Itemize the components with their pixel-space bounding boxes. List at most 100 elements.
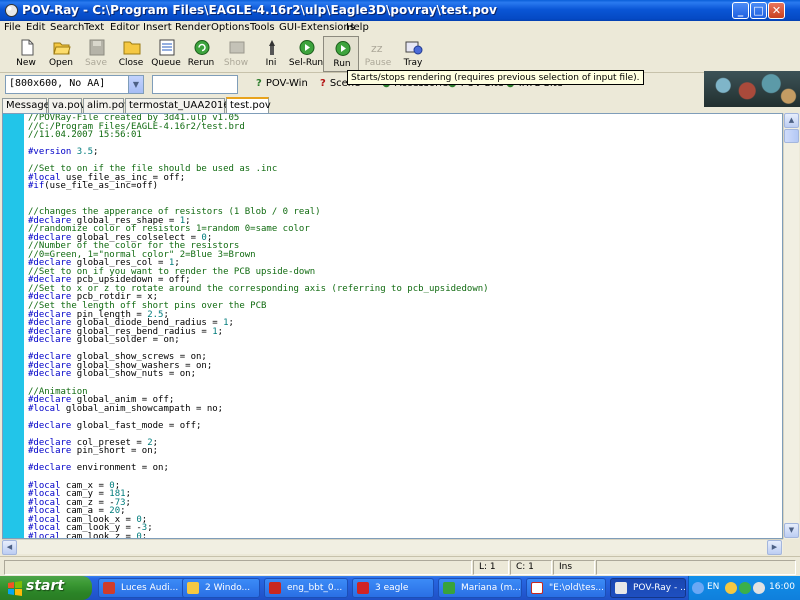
menu-search[interactable]: Search — [50, 21, 84, 35]
folder-open-icon — [53, 42, 71, 55]
browser-icon — [103, 582, 115, 594]
network-icon[interactable] — [739, 582, 751, 594]
close-window-button[interactable]: ✕ — [768, 2, 785, 19]
scroll-down-icon[interactable]: ▼ — [784, 523, 799, 538]
tab-va-pov[interactable]: va.pov — [48, 98, 86, 113]
code-line: #version 3.5; — [28, 147, 99, 158]
show-icon — [229, 41, 245, 54]
pause-icon: zz — [371, 42, 383, 55]
code-line: #local cam_z = -73; — [28, 497, 131, 508]
run-tooltip: Starts/stops rendering (requires previou… — [347, 70, 644, 85]
eagle-icon — [357, 582, 369, 594]
start-button[interactable]: start — [0, 576, 92, 600]
code-line: #if(use_file_as_inc=off) — [28, 181, 159, 192]
tab-messages[interactable]: Messages — [2, 98, 55, 113]
task-mariana[interactable]: Mariana (m... — [438, 578, 522, 598]
queue-icon — [159, 39, 175, 56]
tray-button[interactable]: Tray — [395, 36, 431, 72]
chevron-left-icon[interactable] — [692, 582, 704, 594]
horizontal-scrollbar[interactable]: ◀ ▶ — [2, 539, 783, 555]
tray-icon — [405, 41, 423, 55]
folder-close-icon — [123, 41, 141, 55]
window-title: POV-Ray - C:\Program Files\EAGLE-4.16r2\… — [22, 3, 497, 17]
task-windows-group[interactable]: 2 Windo... — [182, 578, 260, 598]
speaker-icon[interactable] — [725, 582, 737, 594]
messenger-tray-icon[interactable] — [753, 582, 765, 594]
editor-gutter — [3, 114, 24, 538]
help-icon: ? — [256, 78, 262, 89]
tab-test-pov[interactable]: test.pov — [226, 97, 271, 114]
run-button[interactable]: Run — [323, 36, 359, 72]
file-tabs: Messages va.pov alim.pov termostat_UAA20… — [0, 97, 800, 114]
rerun-icon — [194, 40, 210, 55]
resolution-dropdown[interactable]: [800x600, No AA] ▼ — [5, 75, 144, 94]
sel-run-icon — [299, 40, 315, 55]
povray-window: POV-Ray - C:\Program Files\EAGLE-4.16r2\… — [0, 0, 800, 576]
clock[interactable]: 16:00 — [769, 582, 795, 592]
new-file-icon — [21, 39, 34, 56]
menu-options[interactable]: Options — [211, 21, 250, 35]
menu-gui-extensions[interactable]: GUI-Extensions — [279, 21, 355, 35]
windows-taskbar: start Luces Audi... 2 Windo... eng_bbt_0… — [0, 576, 800, 600]
task-povray[interactable]: POV-Ray - ... — [610, 578, 686, 598]
document-icon — [531, 582, 543, 594]
task-luces-audi[interactable]: Luces Audi... — [98, 578, 190, 598]
help-icon: ? — [320, 78, 326, 89]
pov-win-button[interactable]: ? POV-Win — [256, 78, 308, 89]
code-line: #local global_anim_showcampath = no; — [28, 403, 224, 414]
language-indicator[interactable]: EN — [707, 582, 719, 592]
status-message — [4, 560, 472, 575]
code-text[interactable]: //POVRay-File created by 3d41.ulp v1.05/… — [28, 114, 778, 538]
code-line: #declare pin_short = on; — [28, 446, 159, 457]
vertical-scrollbar[interactable]: ▲ ▼ — [783, 113, 799, 539]
menu-file[interactable]: File — [4, 21, 21, 35]
status-column: C: 1 — [510, 560, 552, 575]
task-old-test[interactable]: "E:\old\tes... — [526, 578, 606, 598]
system-tray: EN 16:00 — [688, 576, 800, 600]
status-line: L: 1 — [473, 560, 509, 575]
tab-alim-pov[interactable]: alim.pov — [83, 98, 130, 113]
folder-icon — [187, 582, 199, 594]
save-disk-icon — [89, 39, 105, 56]
vertical-scroll-thumb[interactable] — [784, 129, 799, 143]
code-line: #local cam_x = 0; — [28, 480, 121, 491]
maximize-button[interactable]: □ — [750, 2, 767, 19]
tab-termostat-pov[interactable]: termostat_UAA2016.pov — [125, 98, 251, 113]
menu-bar: File Edit Search Text Editor Insert Rend… — [0, 21, 800, 35]
scroll-up-icon[interactable]: ▲ — [784, 113, 799, 128]
menu-render[interactable]: Render — [175, 21, 211, 35]
code-line: #declare global_fast_mode = off; — [28, 420, 202, 431]
menu-tools[interactable]: Tools — [250, 21, 275, 35]
minimize-button[interactable]: _ — [732, 2, 749, 19]
chevron-down-icon[interactable]: ▼ — [128, 76, 143, 93]
code-line: //11.04.2007 15:56:01 — [28, 130, 142, 141]
command-line-input[interactable] — [152, 75, 238, 94]
status-insert-mode: Ins — [553, 560, 595, 575]
svg-text:zz: zz — [371, 42, 383, 55]
povray-app-icon — [5, 4, 18, 17]
menu-editor[interactable]: Editor — [110, 21, 140, 35]
run-icon — [335, 41, 351, 56]
task-eagle[interactable]: 3 eagle — [352, 578, 434, 598]
code-line: #declare environment = on; — [28, 463, 169, 474]
title-bar[interactable]: POV-Ray - C:\Program Files\EAGLE-4.16r2\… — [0, 0, 800, 21]
ini-icon — [269, 40, 275, 55]
menu-edit[interactable]: Edit — [26, 21, 45, 35]
status-bar: L: 1 C: 1 Ins — [0, 556, 800, 576]
menu-insert[interactable]: Insert — [143, 21, 172, 35]
pdf-icon — [269, 582, 281, 594]
code-editor[interactable]: //POVRay-File created by 3d41.ulp v1.05/… — [2, 113, 783, 539]
task-eng-bbt[interactable]: eng_bbt_0... — [264, 578, 348, 598]
scroll-left-icon[interactable]: ◀ — [2, 540, 17, 555]
scroll-right-icon[interactable]: ▶ — [767, 540, 782, 555]
sel-run-button[interactable]: Sel-Run — [288, 36, 324, 72]
status-extra — [596, 560, 796, 575]
code-line: #local cam_y = 181; — [28, 489, 131, 500]
code-line: #declare global_show_nuts = on; — [28, 369, 196, 380]
messenger-icon — [443, 582, 455, 594]
menu-help[interactable]: Help — [346, 21, 369, 35]
menu-text[interactable]: Text — [84, 21, 104, 35]
